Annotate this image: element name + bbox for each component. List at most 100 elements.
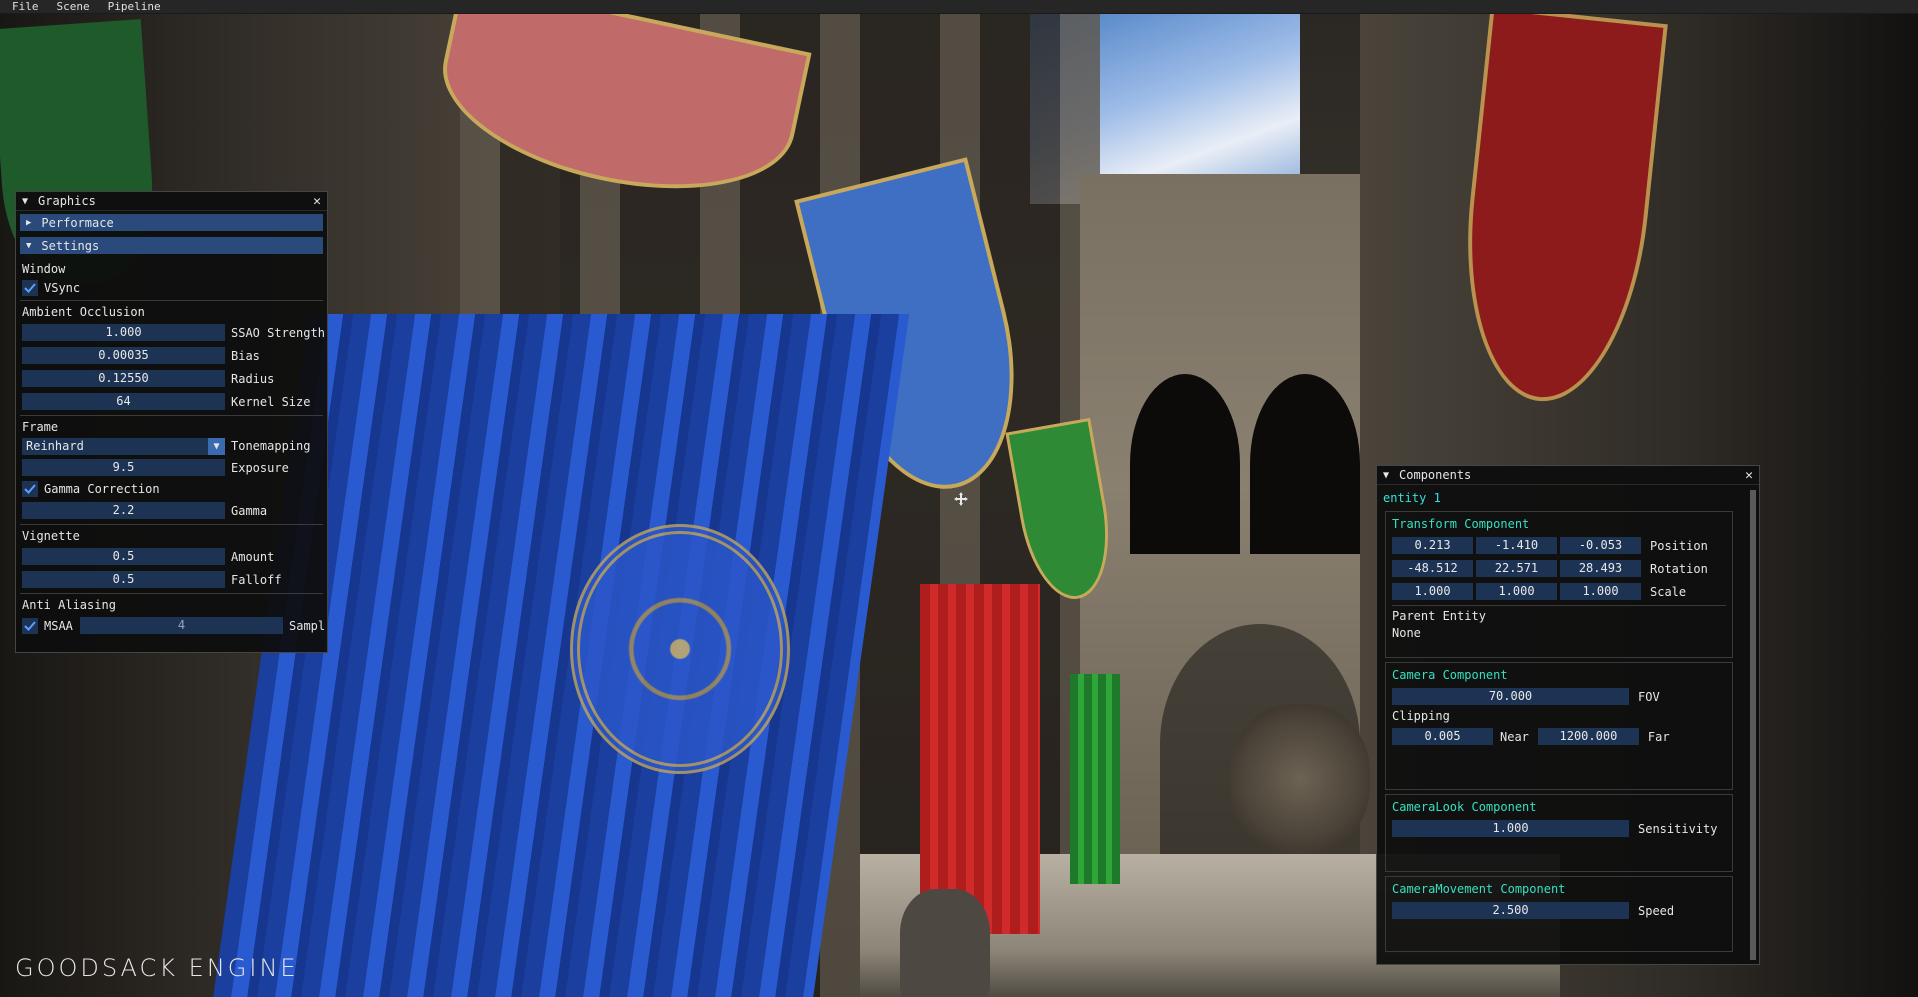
msaa-label: MSAA [44, 618, 73, 633]
position-y-field[interactable]: -1.410 [1476, 537, 1557, 554]
section-frame: Frame [22, 420, 59, 434]
clipping-label: Clipping [1392, 709, 1450, 723]
falloff-label: Falloff [231, 572, 282, 587]
gamma-slider[interactable]: 2.2 [22, 502, 225, 519]
exposure-row: 9.5 Exposure [16, 456, 327, 479]
menu-bar: File Scene Pipeline [0, 0, 1918, 13]
radius-row: 0.12550 Radius [16, 367, 327, 390]
rotation-z-field[interactable]: 28.493 [1560, 560, 1641, 577]
msaa-samples-label: Sampl [289, 618, 326, 633]
component-title: CameraMovement Component [1392, 882, 1566, 896]
radius-label: Radius [231, 371, 275, 386]
dropdown-arrow-icon[interactable]: ▼ [208, 437, 225, 455]
speed-slider[interactable]: 2.500 [1392, 902, 1629, 919]
scale-x-field[interactable]: 1.000 [1392, 583, 1473, 600]
sensitivity-label: Sensitivity [1638, 821, 1718, 836]
header-label: Settings [41, 238, 100, 253]
ssao-strength-slider[interactable]: 1.000 [22, 324, 225, 341]
tonemapping-row: Reinhard ▼ Tonemapping [16, 436, 327, 456]
amount-slider[interactable]: 0.5 [22, 548, 225, 565]
checkmark-icon [24, 484, 36, 494]
vsync-checkbox[interactable] [22, 280, 38, 296]
speed-row: 2.500 Speed [1392, 899, 1726, 922]
close-icon[interactable]: ✕ [1745, 468, 1753, 483]
scale-row: 1.000 1.000 1.000 Scale [1392, 580, 1726, 603]
gamma-correction-checkbox[interactable] [22, 481, 38, 497]
amount-row: 0.5 Amount [16, 545, 327, 568]
camera-component: Camera Component 70.000 FOV Clipping 0.0… [1385, 662, 1733, 790]
tonemapping-label: Tonemapping [231, 439, 311, 453]
rotation-x-field[interactable]: -48.512 [1392, 560, 1473, 577]
far-field[interactable]: 1200.000 [1537, 728, 1639, 745]
divider [1392, 605, 1726, 606]
menu-scene[interactable]: Scene [57, 0, 90, 13]
section-window: Window [22, 262, 66, 276]
falloff-slider[interactable]: 0.5 [22, 571, 225, 588]
engine-logo: GOODSACK ENGINE [15, 954, 299, 982]
transform-component: Transform Component 0.213 -1.410 -0.053 … [1385, 511, 1733, 658]
graphics-titlebar[interactable]: ▼ Graphics ✕ [16, 192, 327, 211]
position-z-field[interactable]: -0.053 [1560, 537, 1641, 554]
expand-triangle-icon: ▶ [26, 217, 32, 228]
kernel-size-slider[interactable]: 64 [22, 393, 225, 410]
exposure-slider[interactable]: 9.5 [22, 459, 225, 476]
performance-header[interactable]: ▶ Performace [20, 214, 323, 231]
falloff-row: 0.5 Falloff [16, 568, 327, 591]
gamma-row: 2.2 Gamma [16, 499, 327, 522]
collapse-triangle-icon[interactable]: ▼ [22, 196, 28, 207]
checkmark-icon [24, 620, 36, 631]
scale-z-field[interactable]: 1.000 [1560, 583, 1641, 600]
ssao-strength-row: 1.000 SSAO Strength [16, 321, 327, 344]
green-curtain [1070, 674, 1120, 884]
near-field[interactable]: 0.005 [1392, 728, 1493, 745]
far-label: Far [1647, 729, 1670, 744]
move-cursor-icon [954, 492, 968, 506]
sensitivity-slider[interactable]: 1.000 [1392, 820, 1629, 837]
radius-slider[interactable]: 0.12550 [22, 370, 225, 387]
position-row: 0.213 -1.410 -0.053 Position [1392, 534, 1726, 557]
near-label: Near [1500, 729, 1529, 744]
vsync-row: VSync [16, 278, 327, 298]
close-icon[interactable]: ✕ [313, 194, 321, 209]
settings-header[interactable]: ▼ Settings [20, 237, 323, 254]
kernel-size-row: 64 Kernel Size [16, 390, 327, 413]
clipping-row: 0.005 Near 1200.000 Far [1392, 725, 1726, 748]
entity-name: entity 1 [1383, 491, 1441, 505]
collapse-triangle-icon: ▼ [26, 240, 32, 251]
gamma-correction-row: Gamma Correction [16, 479, 327, 499]
component-title: CameraLook Component [1392, 800, 1537, 814]
section-anti-aliasing: Anti Aliasing [22, 598, 116, 612]
camera-look-component: CameraLook Component 1.000 Sensitivity [1385, 794, 1733, 872]
msaa-checkbox[interactable] [22, 617, 38, 634]
window-title: Components [1399, 468, 1472, 482]
components-titlebar[interactable]: ▼ Components ✕ [1377, 466, 1759, 485]
scrollbar[interactable] [1750, 490, 1756, 960]
fov-slider[interactable]: 70.000 [1392, 688, 1629, 705]
menu-pipeline[interactable]: Pipeline [108, 0, 161, 13]
section-vignette: Vignette [22, 529, 80, 543]
bias-slider[interactable]: 0.00035 [22, 347, 225, 364]
window-title: Graphics [38, 194, 96, 208]
scale-label: Scale [1650, 584, 1687, 599]
header-label: Performace [41, 215, 114, 230]
divider [20, 415, 323, 416]
arch [1130, 374, 1240, 554]
divider [20, 593, 323, 594]
collapse-triangle-icon[interactable]: ▼ [1383, 470, 1389, 481]
graphics-window: ▼ Graphics ✕ ▶ Performace ▼ Settings Win… [15, 191, 328, 653]
scrollbar-thumb[interactable] [1750, 490, 1756, 960]
fov-row: 70.000 FOV [1392, 685, 1726, 708]
rotation-y-field[interactable]: 22.571 [1476, 560, 1557, 577]
menu-file[interactable]: File [12, 0, 39, 13]
tonemapping-combo[interactable]: Reinhard ▼ [22, 437, 225, 455]
position-x-field[interactable]: 0.213 [1392, 537, 1473, 554]
gamma-correction-label: Gamma Correction [44, 482, 160, 496]
red-curtain [920, 584, 1040, 934]
sensitivity-row: 1.000 Sensitivity [1392, 817, 1726, 840]
parent-entity-value[interactable]: None [1392, 625, 1726, 642]
rotation-label: Rotation [1650, 561, 1708, 576]
scale-y-field[interactable]: 1.000 [1476, 583, 1557, 600]
msaa-samples-slider[interactable]: 4 [80, 617, 283, 634]
rotation-row: -48.512 22.571 28.493 Rotation [1392, 557, 1726, 580]
arch [1250, 374, 1360, 554]
